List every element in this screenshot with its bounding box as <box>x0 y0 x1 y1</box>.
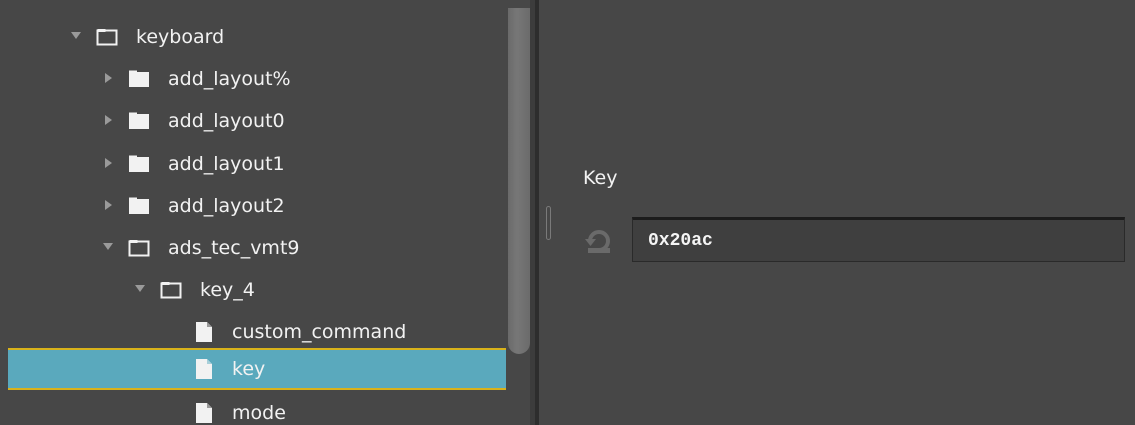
tree-item-add-layout0[interactable]: add_layout0 <box>8 100 506 142</box>
tree-scrollbar[interactable] <box>506 8 530 425</box>
collapsed-arrow-icon[interactable] <box>102 113 114 127</box>
tree-item-label: add_layout1 <box>168 153 285 175</box>
panel-splitter[interactable] <box>535 0 539 425</box>
folder-closed-icon <box>129 112 149 129</box>
tree-item-add-layout1[interactable]: add_layout1 <box>8 143 506 185</box>
tree-item-label: add_layout0 <box>168 110 285 132</box>
tree-item-label: add_layout2 <box>168 195 285 217</box>
settings-editor-window: keyboard add_layout% add_layout0 add_lay… <box>0 0 1135 425</box>
folder-closed-icon <box>129 70 149 87</box>
tree-item-custom-command[interactable]: custom_command <box>8 311 506 353</box>
tree-item-label: mode <box>232 402 286 424</box>
collapsed-arrow-icon[interactable] <box>102 156 114 170</box>
tree-item-add-layout2[interactable]: add_layout2 <box>8 185 506 227</box>
file-icon <box>196 359 212 379</box>
tree-item-label: keyboard <box>136 26 225 48</box>
file-icon <box>196 322 212 342</box>
key-value-field[interactable] <box>632 217 1125 262</box>
splitter-grip[interactable] <box>546 206 551 240</box>
tree-item-keyboard[interactable]: keyboard <box>8 16 506 58</box>
tree-item-key-4[interactable]: key_4 <box>8 269 506 311</box>
folder-open-icon <box>160 282 182 299</box>
collapsed-arrow-icon[interactable] <box>102 198 114 212</box>
expanded-arrow-icon[interactable] <box>134 282 146 296</box>
tree-item-ads-tec-vmt9[interactable]: ads_tec_vmt9 <box>8 227 506 269</box>
folder-closed-icon <box>129 197 149 214</box>
tree-item-mode[interactable]: mode <box>8 392 506 425</box>
scrollbar-thumb[interactable] <box>508 8 530 354</box>
collapsed-arrow-icon[interactable] <box>102 71 114 85</box>
tree-item-label: key_4 <box>200 279 255 301</box>
folder-open-icon <box>128 240 150 257</box>
tree-item-key[interactable]: key <box>8 348 506 390</box>
expanded-arrow-icon[interactable] <box>102 240 114 254</box>
revert-icon[interactable] <box>585 228 613 254</box>
folder-open-icon <box>96 29 118 46</box>
tree-item-label: ads_tec_vmt9 <box>168 237 300 259</box>
expanded-arrow-icon[interactable] <box>70 29 82 43</box>
folder-closed-icon <box>129 155 149 172</box>
property-title: Key <box>583 167 618 189</box>
settings-tree[interactable]: keyboard add_layout% add_layout0 add_lay… <box>8 8 506 425</box>
file-icon <box>196 403 212 423</box>
tree-item-label: add_layout% <box>168 68 291 90</box>
tree-item-label: custom_command <box>232 321 407 343</box>
tree-item-label: key <box>232 358 266 380</box>
tree-item-add-layout-percent[interactable]: add_layout% <box>8 58 506 100</box>
